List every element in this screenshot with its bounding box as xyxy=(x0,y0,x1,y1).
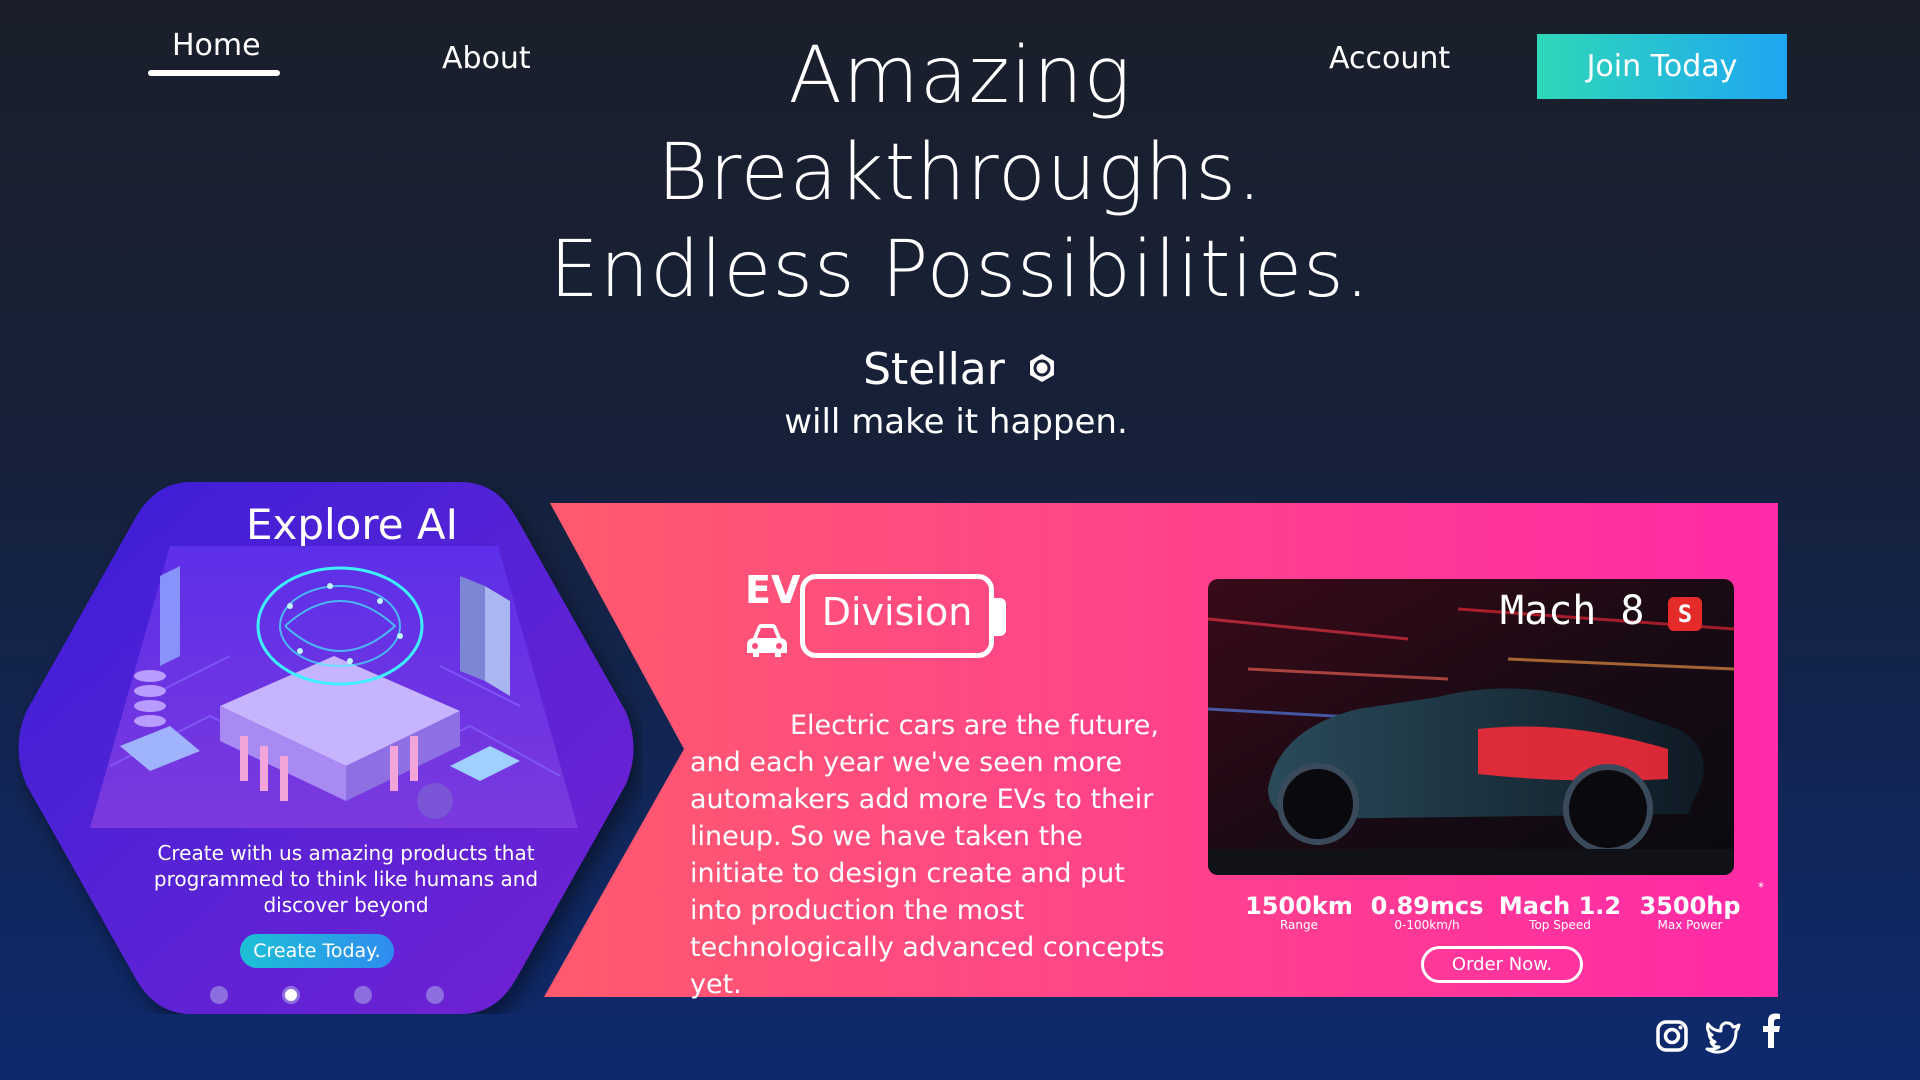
hero-line-1: Amazing xyxy=(788,31,1132,121)
spec-label: Top Speed xyxy=(1529,918,1591,932)
ev-label: EV xyxy=(745,568,801,612)
carousel-dot-2[interactable] xyxy=(282,986,300,1004)
spec-max-power: 3500hp Max Power xyxy=(1620,892,1760,932)
ev-description: Electric cars are the future, and each y… xyxy=(690,710,1165,1000)
hero-headline: Amazing Breakthroughs. Endless Possibili… xyxy=(460,28,1460,319)
carousel-dot-3[interactable] xyxy=(354,986,372,1004)
division-label: Division xyxy=(821,590,973,634)
carousel-dot-4[interactable] xyxy=(426,986,444,1004)
spec-label: 0-100km/h xyxy=(1394,918,1460,932)
spec-value: 3500hp xyxy=(1639,892,1741,920)
hero-line-3: Endless Possibilities. xyxy=(549,225,1371,315)
hero-line-2: Breakthroughs. xyxy=(657,128,1263,218)
carousel-dots xyxy=(210,986,470,1006)
carousel-dot-1[interactable] xyxy=(210,986,228,1004)
spec-label: Range xyxy=(1279,918,1319,932)
explore-ai-card: Explore AI Create with us amazing produc… xyxy=(16,482,642,1014)
car-icon xyxy=(747,624,787,657)
nav-active-underline xyxy=(148,70,280,76)
car-model-name: Mach 8 xyxy=(1500,588,1645,634)
instagram-icon[interactable] xyxy=(1654,1016,1692,1054)
brand-name: Stellar xyxy=(863,344,1005,395)
explore-ai-title: Explore AI xyxy=(245,500,459,549)
spec-acceleration: 0.89mcs 0-100km/h xyxy=(1357,892,1497,932)
order-now-button[interactable]: Order Now. xyxy=(1421,946,1583,983)
create-today-button[interactable]: Create Today. xyxy=(240,934,394,968)
twitter-icon[interactable] xyxy=(1704,1016,1742,1054)
model-s-badge: S xyxy=(1668,597,1702,631)
spec-top-speed: Mach 1.2 Top Speed xyxy=(1490,892,1630,932)
spec-value: 0.89mcs xyxy=(1370,892,1484,920)
mach-8-car-image xyxy=(1208,579,1734,875)
explore-ai-description: Create with us amazing products that pro… xyxy=(153,841,539,917)
tagline: will make it happen. xyxy=(784,402,1128,442)
spec-label: Max Power xyxy=(1657,918,1723,932)
nav-home[interactable]: Home xyxy=(172,28,261,63)
brand-line: Stellar xyxy=(0,344,1920,395)
facebook-icon[interactable] xyxy=(1752,1012,1790,1050)
spec-value: 1500km xyxy=(1245,892,1353,920)
battery-tip xyxy=(994,598,1006,636)
spec-value: Mach 1.2 xyxy=(1498,892,1622,920)
spec-range: 1500km Range xyxy=(1229,892,1369,932)
join-today-button[interactable]: Join Today xyxy=(1537,34,1787,99)
stellar-logo-icon xyxy=(1029,354,1054,382)
ai-isometric-illustration xyxy=(90,546,578,828)
